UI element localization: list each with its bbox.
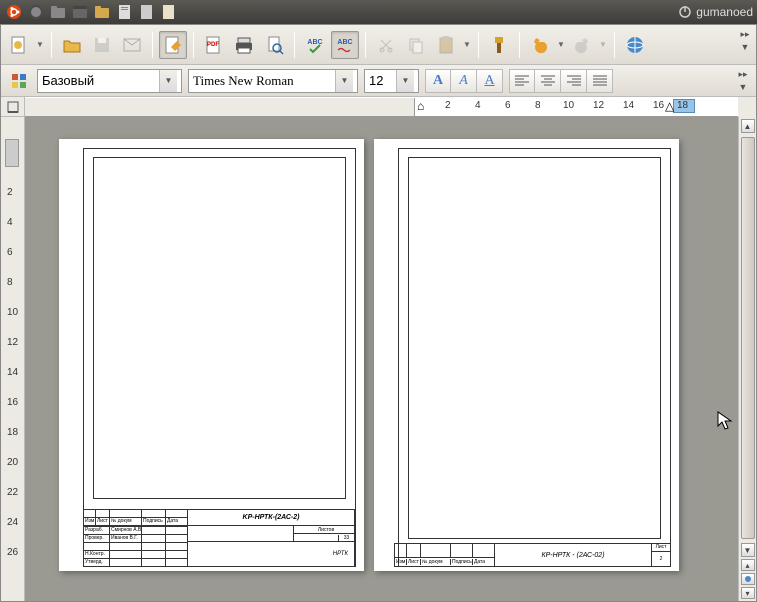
ruler-mark: 10 <box>7 307 18 318</box>
username-label: gumanoed <box>696 5 753 19</box>
paste-button[interactable] <box>432 31 460 59</box>
open-button[interactable] <box>58 31 86 59</box>
document3-icon[interactable] <box>158 2 178 22</box>
hyperlink-button[interactable] <box>621 31 649 59</box>
ruler-mark: 4 <box>7 217 13 228</box>
app-window: ▼ PDF ABC ABC <box>0 24 757 602</box>
paste-dropdown[interactable]: ▼ <box>462 31 472 59</box>
autospellcheck-button[interactable]: ABC <box>331 31 359 59</box>
font-dropdown-icon: ▼ <box>335 70 353 92</box>
ruler-corner[interactable] <box>1 97 25 117</box>
ruler-mark: 12 <box>7 337 18 348</box>
document2-icon[interactable] <box>136 2 156 22</box>
format-toolbar: Базовый ▼ Times New Roman ▼ 12 ▼ A A A <box>1 65 756 97</box>
print-button[interactable] <box>230 31 258 59</box>
ruler-mark: 18 <box>677 100 688 111</box>
undo-button[interactable] <box>526 31 554 59</box>
style-value: Базовый <box>42 73 94 88</box>
undo-dropdown[interactable]: ▼ <box>556 31 566 59</box>
scroll-down-button[interactable]: ▼ <box>741 543 755 557</box>
document-icon[interactable] <box>114 2 134 22</box>
scroll-thumb[interactable] <box>741 137 755 539</box>
print-preview-button[interactable] <box>260 31 288 59</box>
ruler-mark: 8 <box>7 277 13 288</box>
align-left-button[interactable] <box>509 69 535 93</box>
new-doc-dropdown[interactable]: ▼ <box>35 31 45 59</box>
next-page-button[interactable]: ▾ <box>741 587 755 599</box>
redo-dropdown[interactable]: ▼ <box>598 31 608 59</box>
style-dropdown-icon: ▼ <box>159 70 177 92</box>
ruler-mark: 16 <box>653 100 664 111</box>
cut-button[interactable] <box>372 31 400 59</box>
files-icon[interactable] <box>48 2 68 22</box>
main-toolbar: ▼ PDF ABC ABC <box>1 25 756 65</box>
ruler-mark: 6 <box>7 247 13 258</box>
desktop-panel: gumanoed <box>0 0 757 24</box>
ruler-mark: 20 <box>7 457 18 468</box>
svg-text:ABC: ABC <box>307 39 322 46</box>
bold-button[interactable]: A <box>425 69 451 93</box>
underline-button[interactable]: A <box>477 69 503 93</box>
ruler-mark: 2 <box>7 187 13 198</box>
indent-marker-icon[interactable]: ⌂ <box>417 99 424 113</box>
prev-page-button[interactable]: ▴ <box>741 559 755 571</box>
format-paintbrush-button[interactable] <box>485 31 513 59</box>
svg-text:ABC: ABC <box>337 39 352 46</box>
document-workspace[interactable]: ИзмЛист№ докумПодписьДата KP-НРТК-(2АС-2… <box>25 117 738 601</box>
firefox-icon[interactable] <box>26 2 46 22</box>
styles-window-button[interactable] <box>7 69 31 93</box>
power-icon <box>678 5 692 19</box>
spellcheck-button[interactable]: ABC <box>301 31 329 59</box>
ruler-mark: 14 <box>7 367 18 378</box>
title-block-page2: ИзмЛист№ докумПодписьДата КР-НРТК - (2АС… <box>394 543 671 567</box>
ruler-mark: 24 <box>7 517 18 528</box>
horizontal-ruler[interactable]: ⌂ 2 4 6 8 10 12 14 16 18 △ <box>25 97 738 117</box>
font-value: Times New Roman <box>193 73 294 89</box>
size-dropdown-icon: ▼ <box>396 70 414 92</box>
ruler-mark: 8 <box>535 100 541 111</box>
email-button[interactable] <box>118 31 146 59</box>
page-1[interactable]: ИзмЛист№ докумПодписьДата KP-НРТК-(2АС-2… <box>59 139 364 571</box>
vertical-ruler[interactable]: 2 4 6 8 10 12 14 16 18 20 22 24 26 <box>1 117 25 601</box>
ruler-mark: 4 <box>475 100 481 111</box>
size-value: 12 <box>369 73 383 88</box>
nav-button[interactable] <box>741 573 755 585</box>
folder-yellow-icon[interactable] <box>92 2 112 22</box>
redo-button[interactable] <box>568 31 596 59</box>
copy-button[interactable] <box>402 31 430 59</box>
edit-mode-button[interactable] <box>159 31 187 59</box>
paragraph-style-combo[interactable]: Базовый ▼ <box>37 69 182 93</box>
ruler-mark: 16 <box>7 397 18 408</box>
align-justify-button[interactable] <box>587 69 613 93</box>
format-overflow[interactable]: ▸▸▼ <box>736 69 750 92</box>
ruler-mark: 12 <box>593 100 604 111</box>
ruler-mark: 18 <box>7 427 18 438</box>
svg-text:PDF: PDF <box>207 42 219 48</box>
italic-button[interactable]: A <box>451 69 477 93</box>
ruler-mark: 14 <box>623 100 634 111</box>
ruler-mark: 6 <box>505 100 511 111</box>
pdf-export-button[interactable]: PDF <box>200 31 228 59</box>
ruler-mark: 2 <box>445 100 451 111</box>
font-name-combo[interactable]: Times New Roman ▼ <box>188 69 358 93</box>
scroll-up-button[interactable]: ▲ <box>741 119 755 133</box>
align-right-button[interactable] <box>561 69 587 93</box>
new-doc-button[interactable] <box>5 31 33 59</box>
save-button[interactable] <box>88 31 116 59</box>
media-icon[interactable] <box>70 2 90 22</box>
ubuntu-menu-icon[interactable] <box>4 2 24 22</box>
indent-marker-right-icon[interactable]: △ <box>665 99 674 113</box>
font-size-combo[interactable]: 12 ▼ <box>364 69 419 93</box>
toolbar-overflow[interactable]: ▸▸▼ <box>738 29 752 52</box>
ruler-mark: 22 <box>7 487 18 498</box>
ruler-mark: 26 <box>7 547 18 558</box>
user-menu[interactable]: gumanoed <box>678 5 753 19</box>
vertical-scrollbar[interactable]: ▲ ▼ ▴ ▾ <box>738 117 756 601</box>
ruler-mark: 10 <box>563 100 574 111</box>
doc-title-2: КР-НРТК - (2АС-02) <box>541 552 604 559</box>
doc-title-1: KP-НРТК-(2АС-2) <box>243 514 300 521</box>
title-block-page1: ИзмЛист№ докумПодписьДата KP-НРТК-(2АС-2… <box>63 509 355 567</box>
page-2[interactable]: ИзмЛист№ докумПодписьДата КР-НРТК - (2АС… <box>374 139 679 571</box>
align-center-button[interactable] <box>535 69 561 93</box>
